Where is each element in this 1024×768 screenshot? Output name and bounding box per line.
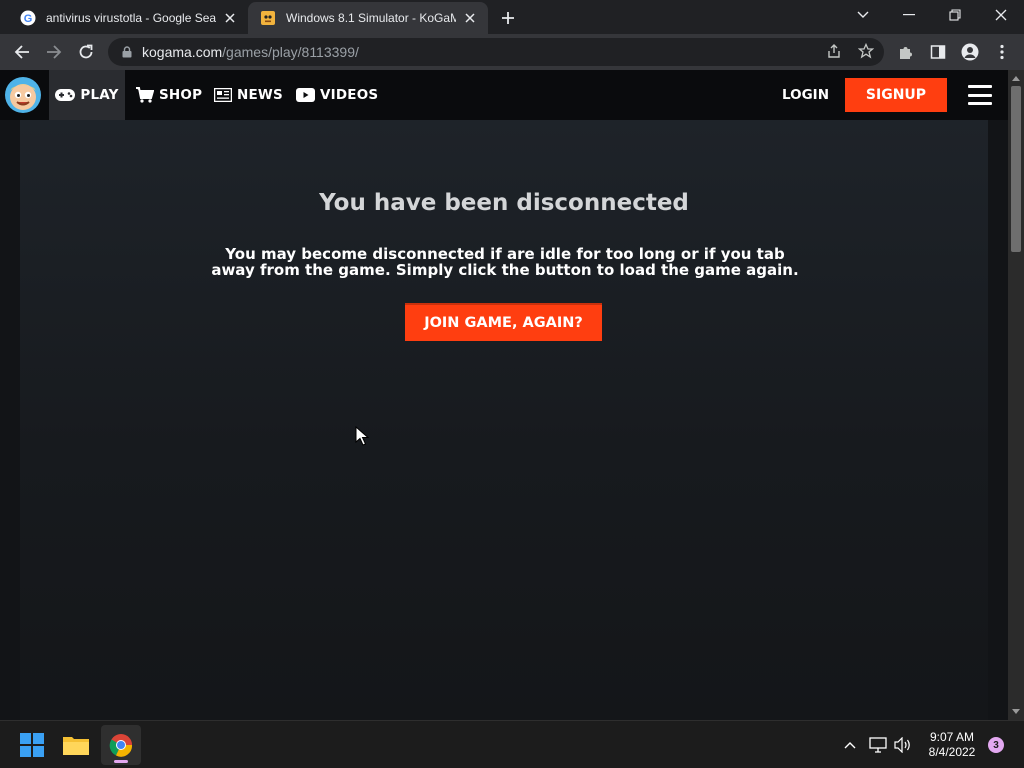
- notification-badge[interactable]: 3: [988, 737, 1004, 753]
- scrollbar-thumb[interactable]: [1011, 86, 1021, 252]
- mouse-cursor-icon: [355, 425, 370, 446]
- signup-button[interactable]: SIGNUP: [845, 78, 947, 112]
- newspaper-icon: [214, 88, 232, 102]
- google-icon: G: [20, 10, 36, 26]
- address-bar[interactable]: kogama.com/games/play/8113399/: [108, 38, 884, 66]
- nav-shop-label: SHOP: [159, 87, 203, 103]
- kebab-menu-icon[interactable]: [992, 42, 1012, 62]
- browser-tab-strip: G antivirus virustotla - Google Search W…: [0, 0, 1024, 34]
- windows-start-icon[interactable]: [12, 725, 52, 765]
- close-window-button[interactable]: [988, 4, 1014, 26]
- back-button[interactable]: [10, 40, 34, 64]
- active-app-indicator: [114, 760, 128, 763]
- page-scrollbar[interactable]: [1008, 70, 1024, 720]
- chrome-icon[interactable]: [101, 725, 141, 765]
- nav-play[interactable]: PLAY: [49, 70, 125, 120]
- minimize-window-button[interactable]: [896, 4, 922, 26]
- windows-taskbar: 9:07 AM 8/4/2022 3: [0, 720, 1024, 768]
- reload-button[interactable]: [74, 40, 98, 64]
- scroll-up-arrow-icon[interactable]: [1008, 70, 1024, 86]
- disconnected-heading: You have been disconnected: [319, 190, 689, 216]
- game-container: You have been disconnected You may becom…: [20, 120, 988, 720]
- nav-videos[interactable]: VIDEOS: [296, 70, 378, 120]
- nav-news[interactable]: NEWS: [214, 70, 283, 120]
- url-host: kogama.com: [142, 44, 223, 60]
- close-tab-icon[interactable]: [462, 10, 478, 26]
- svg-text:G: G: [24, 13, 33, 25]
- nav-news-label: NEWS: [237, 87, 283, 103]
- tab-google-search[interactable]: G antivirus virustotla - Google Search: [8, 2, 248, 34]
- disconnected-message: You may become disconnected if are idle …: [211, 245, 799, 279]
- profile-avatar-icon[interactable]: [960, 42, 980, 62]
- login-button[interactable]: LOGIN: [782, 70, 829, 120]
- nav-shop[interactable]: SHOP: [136, 70, 202, 120]
- show-hidden-icons-chevron-up-icon[interactable]: [840, 735, 860, 755]
- join-game-again-button[interactable]: JOIN GAME, AGAIN?: [405, 303, 602, 341]
- system-clock[interactable]: 9:07 AM 8/4/2022: [920, 730, 984, 760]
- clock-date: 8/4/2022: [928, 745, 976, 759]
- forward-button[interactable]: [42, 40, 66, 64]
- kogama-logo[interactable]: [4, 76, 42, 114]
- tab-title: Windows 8.1 Simulator - KoGaMa: [286, 11, 456, 25]
- new-tab-button[interactable]: [498, 8, 518, 28]
- lock-icon[interactable]: [120, 45, 134, 59]
- tab-title: antivirus virustotla - Google Search: [46, 11, 216, 25]
- scroll-down-arrow-icon[interactable]: [1008, 704, 1024, 720]
- youtube-icon: [296, 88, 315, 102]
- kogama-favicon: [260, 10, 276, 26]
- browser-toolbar: kogama.com/games/play/8113399/: [0, 34, 1024, 70]
- tab-kogama[interactable]: Windows 8.1 Simulator - KoGaMa: [248, 2, 488, 34]
- cart-icon: [136, 87, 154, 103]
- extensions-puzzle-icon[interactable]: [896, 42, 916, 62]
- bookmark-star-icon[interactable]: [856, 41, 876, 61]
- network-icon[interactable]: [868, 735, 888, 755]
- nav-videos-label: VIDEOS: [320, 87, 379, 103]
- clock-time: 9:07 AM: [929, 730, 975, 744]
- share-icon[interactable]: [824, 41, 844, 61]
- side-panel-icon[interactable]: [928, 42, 948, 62]
- file-explorer-icon[interactable]: [56, 725, 96, 765]
- tab-search-chevron-down-icon[interactable]: [850, 4, 876, 26]
- close-tab-icon[interactable]: [222, 10, 238, 26]
- site-header: PLAY SHOP NEWS VIDEOS LOGIN SIGNUP: [0, 70, 1008, 120]
- volume-icon[interactable]: [893, 735, 913, 755]
- url-path: /games/play/8113399/: [222, 44, 359, 60]
- nav-play-label: PLAY: [80, 87, 119, 103]
- hamburger-menu-icon[interactable]: [968, 85, 992, 105]
- restore-window-button[interactable]: [942, 4, 968, 26]
- gamepad-icon: [55, 89, 76, 101]
